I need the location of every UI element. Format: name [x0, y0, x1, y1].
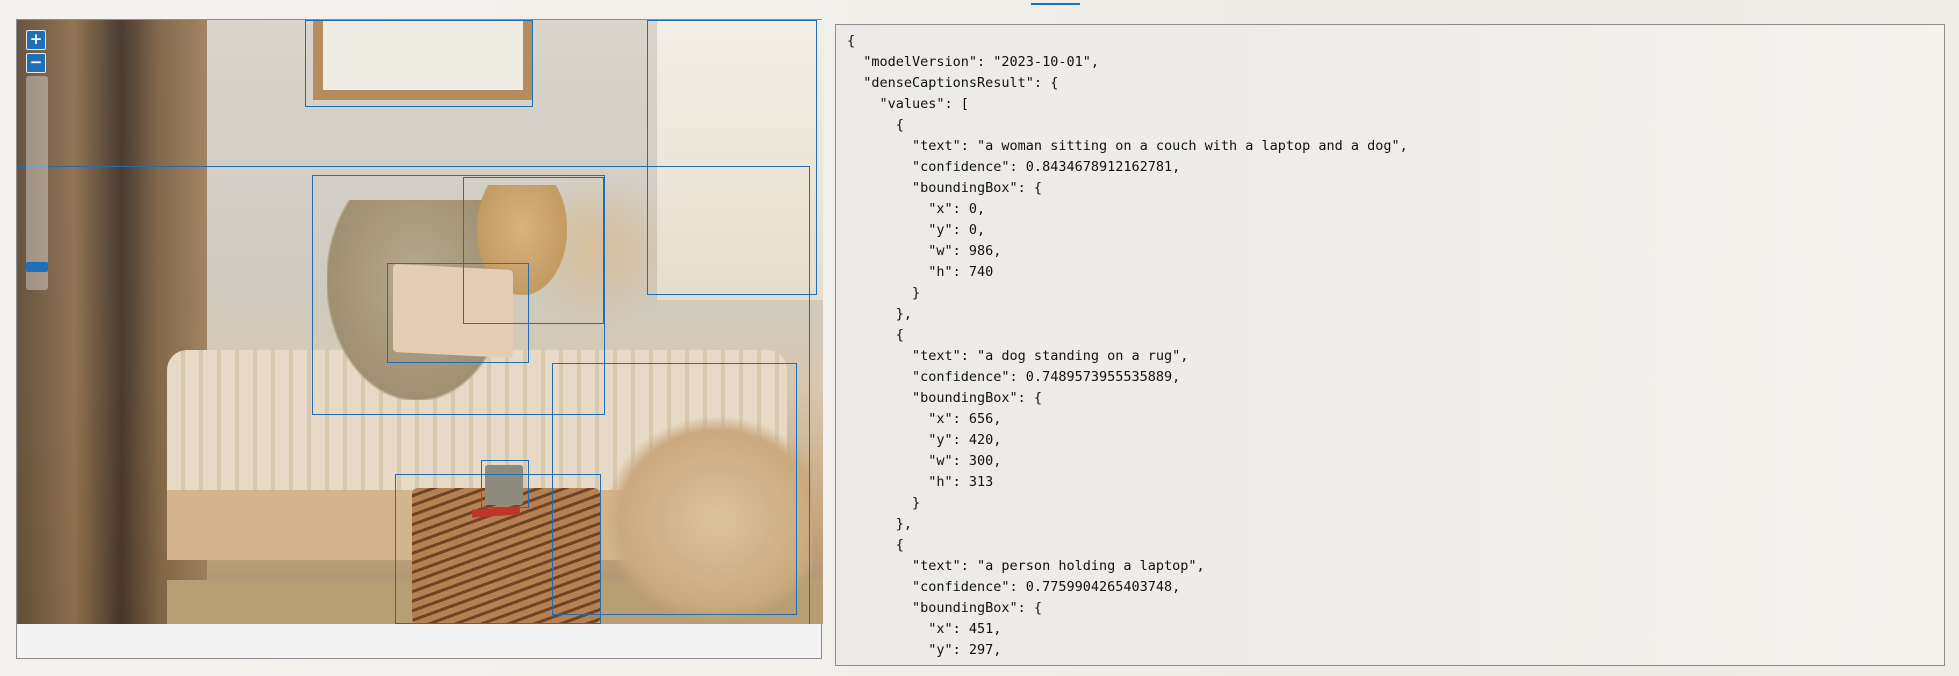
json-line: "w": 300,: [847, 453, 1002, 469]
photo-laptop-region: [393, 263, 513, 359]
photo-dog-region: [602, 415, 812, 624]
json-line: "h": 740: [847, 264, 994, 280]
zoom-slider-track[interactable]: [26, 76, 48, 290]
json-line: "boundingBox": {: [847, 180, 1043, 196]
json-line: "y": 0,: [847, 222, 986, 238]
photo-bright-wall-region: [657, 20, 823, 300]
json-line: {: [847, 327, 904, 343]
json-line: "w": 986,: [847, 243, 1002, 259]
json-line: "confidence": 0.8434678912162781,: [847, 159, 1181, 175]
photo-window-region: [313, 20, 533, 100]
json-line: "denseCaptionsResult": {: [847, 75, 1059, 91]
json-line: "y": 420,: [847, 432, 1002, 448]
json-line: "w": 177,: [847, 661, 1944, 665]
zoom-in-button[interactable]: +: [26, 30, 46, 50]
json-line: "text": "a dog standing on a rug",: [847, 348, 1189, 364]
json-line: {: [847, 537, 904, 553]
json-line: {: [847, 117, 904, 133]
json-line: "x": 656,: [847, 411, 1002, 427]
json-code-block: { "modelVersion": "2023-10-01", "denseCa…: [836, 25, 1944, 665]
json-line: {: [847, 33, 856, 49]
analyzed-photo[interactable]: + −: [17, 20, 823, 624]
json-line: "y": 297,: [847, 642, 1002, 658]
json-line: "x": 451,: [847, 621, 1002, 637]
json-line: "confidence": 0.7759904265403748,: [847, 579, 1181, 595]
page: + − { "modelVersion": "2023-10-01", "den…: [0, 0, 1959, 676]
json-line: "modelVersion": "2023-10-01",: [847, 54, 1099, 70]
json-line: },: [847, 306, 913, 322]
active-tab-indicator: [1031, 3, 1080, 5]
json-line: }: [847, 285, 921, 301]
json-line: "x": 0,: [847, 201, 986, 217]
json-line: },: [847, 516, 913, 532]
zoom-slider-handle[interactable]: [26, 262, 48, 272]
json-line: "text": "a woman sitting on a couch with…: [847, 138, 1408, 154]
json-line: "values": [: [847, 96, 969, 112]
json-line: }: [847, 495, 921, 511]
json-line: "text": "a person holding a laptop",: [847, 558, 1205, 574]
json-line: "confidence": 0.7489573955535889,: [847, 369, 1181, 385]
json-result-panel[interactable]: { "modelVersion": "2023-10-01", "denseCa…: [835, 24, 1945, 666]
json-line: "boundingBox": {: [847, 600, 1043, 616]
photo-cup-region: [485, 465, 523, 505]
json-line: "h": 313: [847, 474, 994, 490]
image-viewer[interactable]: + −: [16, 19, 823, 659]
zoom-out-button[interactable]: −: [26, 53, 46, 73]
json-line: "boundingBox": {: [847, 390, 1043, 406]
